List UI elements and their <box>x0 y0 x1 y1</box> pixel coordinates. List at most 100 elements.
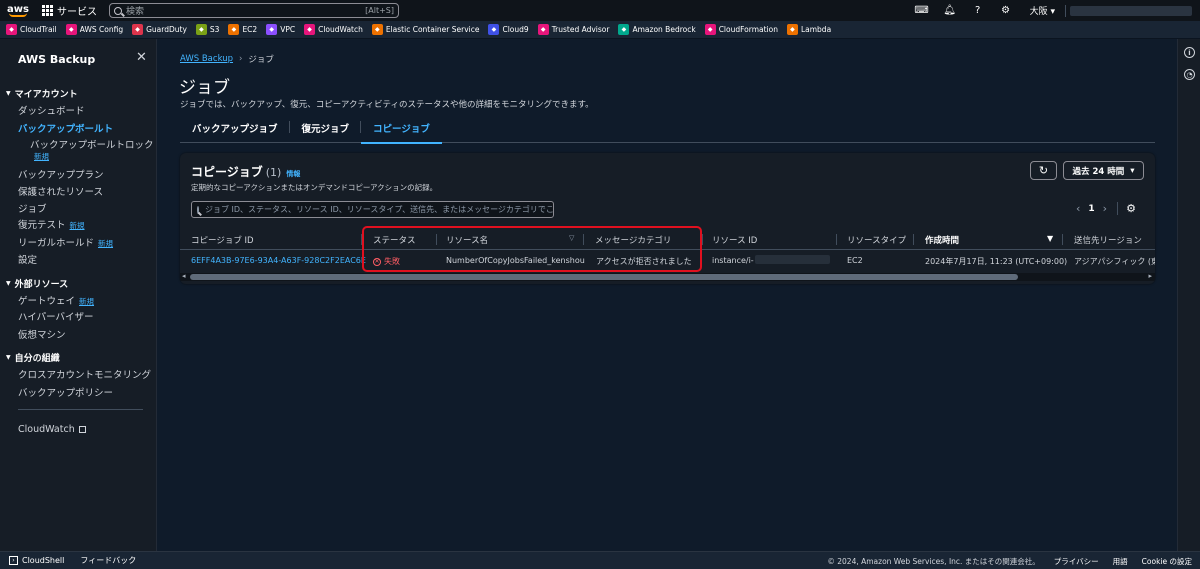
region-selector[interactable]: 大阪 ▾ <box>1020 4 1065 17</box>
sidebar-item-settings[interactable]: 設定 <box>18 252 37 266</box>
top-navigation: aws サービス 検索 [Alt+S] ⌨ 🔔︎ ? ⚙ 大阪 ▾ <box>0 0 1200 21</box>
new-badge: 新規 <box>79 297 95 306</box>
cloudshell-icon[interactable]: › <box>9 556 18 565</box>
search-input[interactable]: 検索 [Alt+S] <box>109 3 399 18</box>
sidebar-item-jobs[interactable]: ジョブ <box>18 201 47 215</box>
info-link[interactable]: 情報 <box>286 170 300 178</box>
lambda-icon: ◆ <box>786 24 798 35</box>
cloudshell-icon[interactable]: ⌨ <box>908 0 936 21</box>
favorite-lambda[interactable]: ◆ Lambda <box>786 24 831 35</box>
section-label: マイアカウント <box>14 90 78 100</box>
breadcrumb-root-link[interactable]: AWS Backup <box>180 54 233 64</box>
favorite-ec2[interactable]: ◆ EC2 <box>228 24 257 35</box>
favorite-cloudtrail[interactable]: ◆ CloudTrail <box>6 24 57 35</box>
info-icon[interactable]: i <box>1184 47 1195 58</box>
sidebar-item-hypervisor[interactable]: ハイパーバイザー <box>18 309 94 323</box>
sidebar-item-plans[interactable]: バックアッププラン <box>18 167 104 181</box>
filter-input[interactable]: ジョブ ID、ステータス、リソース ID、リソースタイプ、送信先、またはメッセー… <box>191 201 554 218</box>
help-icon[interactable]: ? <box>964 0 992 21</box>
page-number[interactable]: 1 <box>1088 204 1094 214</box>
scrollbar-thumb[interactable] <box>190 274 1018 280</box>
close-icon[interactable]: ✕ <box>136 50 147 65</box>
vpc-icon: ◆ <box>266 24 278 35</box>
favorite-amazon-bedrock[interactable]: ◆ Amazon Bedrock <box>618 24 696 35</box>
scroll-left-icon[interactable]: ◂ <box>182 272 186 280</box>
favorite-vpc[interactable]: ◆ VPC <box>266 24 295 35</box>
section-label: 自分の組織 <box>14 354 60 364</box>
job-id-link[interactable]: 6EFF4A3B-97E6-93A4-A63F-928C2F2EAC6E <box>191 256 366 265</box>
sidebar-item-vaults[interactable]: バックアップボールト <box>18 121 113 135</box>
sidebar-link-cloudwatch[interactable]: CloudWatch <box>18 424 86 435</box>
status-icon[interactable]: ◔ <box>1184 69 1195 80</box>
favorite-cloud9[interactable]: ◆ Cloud9 <box>488 24 529 35</box>
refresh-button[interactable]: ↻ <box>1030 161 1057 180</box>
sidebar-item-gateway[interactable]: ゲートウェイ 新規 <box>18 293 94 307</box>
aws-logo[interactable]: aws <box>0 0 36 21</box>
page-title: ジョブ <box>179 78 230 98</box>
preferences-gear-icon[interactable]: ⚙ <box>1126 202 1136 215</box>
notifications-icon[interactable]: 🔔︎ <box>936 0 964 21</box>
sidebar-section-org[interactable]: ▼ 自分の組織 <box>6 351 60 364</box>
sidebar-item-cross-account[interactable]: クロスアカウントモニタリング <box>18 367 151 381</box>
favorite-label: Elastic Container Service <box>385 25 480 34</box>
sidebar-item-dashboard[interactable]: ダッシュボード <box>18 103 85 117</box>
sidebar-item-vms[interactable]: 仮想マシン <box>18 327 66 341</box>
created-time: 2024年7月17日, 11:23 (UTC+09:00) <box>925 257 1068 266</box>
copyright: © 2024, Amazon Web Services, Inc. またはその関… <box>827 557 1040 566</box>
footer: › CloudShell フィードバック © 2024, Amazon Web … <box>0 551 1200 569</box>
header-destination[interactable]: 送信先リージョン <box>1074 234 1142 246</box>
resource-id: instance/i- <box>712 256 754 265</box>
feedback-link[interactable]: フィードバック <box>80 555 136 566</box>
refresh-icon: ↻ <box>1038 164 1049 177</box>
privacy-link[interactable]: プライバシー <box>1054 556 1099 567</box>
legal-hold-label: リーガルホールド <box>18 238 95 249</box>
favorite-cloudwatch[interactable]: ◆ CloudWatch <box>304 24 363 35</box>
section-label: 外部リソース <box>14 280 69 290</box>
tab-restore-jobs[interactable]: 復元ジョブ <box>290 113 362 143</box>
favorite-label: GuardDuty <box>146 25 187 34</box>
header-resource-id[interactable]: リソース ID <box>712 234 757 246</box>
search-icon <box>197 205 199 214</box>
chevron-right-icon: › <box>239 54 243 64</box>
new-badge: 新規 <box>69 221 85 230</box>
chevron-right-icon[interactable]: › <box>1103 202 1107 215</box>
sidebar-item-restore-test[interactable]: 復元テスト 新規 <box>18 217 85 231</box>
services-menu-button[interactable]: サービス <box>36 0 103 21</box>
favorite-elastic-container-service[interactable]: ◆ Elastic Container Service <box>371 24 480 35</box>
chevron-left-icon[interactable]: ‹ <box>1076 202 1080 215</box>
sidebar-item-vault-lock[interactable]: バックアップボールトロック <box>30 137 154 151</box>
sidebar-item-policies[interactable]: バックアップポリシー <box>18 385 113 399</box>
favorite-aws-config[interactable]: ◆ AWS Config <box>65 24 123 35</box>
favorite-guardduty[interactable]: ◆ GuardDuty <box>132 24 187 35</box>
favorite-trusted-advisor[interactable]: ◆ Trusted Advisor <box>537 24 609 35</box>
sidebar-section-external[interactable]: ▼ 外部リソース <box>6 277 68 290</box>
favorite-label: Amazon Bedrock <box>632 25 696 34</box>
restore-test-label: 復元テスト <box>18 220 66 231</box>
tab-backup-jobs[interactable]: バックアップジョブ <box>180 113 290 143</box>
tab-copy-jobs[interactable]: コピージョブ <box>361 113 442 144</box>
breadcrumb: AWS Backup › ジョブ <box>180 53 274 65</box>
sidebar-item-legal-hold[interactable]: リーガルホールド 新規 <box>18 235 113 249</box>
settings-icon[interactable]: ⚙ <box>992 0 1020 21</box>
sidebar-item-protected[interactable]: 保護されたリソース <box>18 184 103 198</box>
header-created[interactable]: 作成時間 <box>925 234 959 246</box>
time-range-dropdown[interactable]: 過去 24 時間 ▾ <box>1063 161 1144 180</box>
caret-down-icon: ▾ <box>1130 165 1135 176</box>
redacted-resource-id <box>755 255 830 264</box>
account-menu-redacted[interactable] <box>1070 5 1192 16</box>
favorite-cloudformation[interactable]: ◆ CloudFormation <box>704 24 778 35</box>
sidebar-section-my-account[interactable]: ▼ マイアカウント <box>6 87 78 100</box>
scroll-right-icon[interactable]: ▸ <box>1148 272 1152 280</box>
horizontal-scrollbar[interactable]: ◂ ▸ <box>180 272 1155 281</box>
header-job-id[interactable]: コピージョブ ID <box>191 234 254 246</box>
favorite-s3[interactable]: ◆ S3 <box>195 24 219 35</box>
panel-description: 定期的なコピーアクションまたはオンデマンドコピーアクションの記録。 <box>191 183 438 192</box>
cloudshell-link[interactable]: CloudShell <box>22 556 64 565</box>
cloudwatch-label: CloudWatch <box>18 424 75 435</box>
terms-link[interactable]: 用語 <box>1113 556 1128 567</box>
header-resource-type[interactable]: リソースタイプ <box>847 234 906 246</box>
favorite-label: VPC <box>280 25 296 34</box>
time-range-label: 過去 24 時間 <box>1072 166 1125 177</box>
favorites-bar: ◆ CloudTrail ◆ AWS Config ◆ GuardDuty ◆ S3 ◆ EC2 ◆… <box>0 21 1200 39</box>
cookie-settings-link[interactable]: Cookie の設定 <box>1142 556 1192 567</box>
